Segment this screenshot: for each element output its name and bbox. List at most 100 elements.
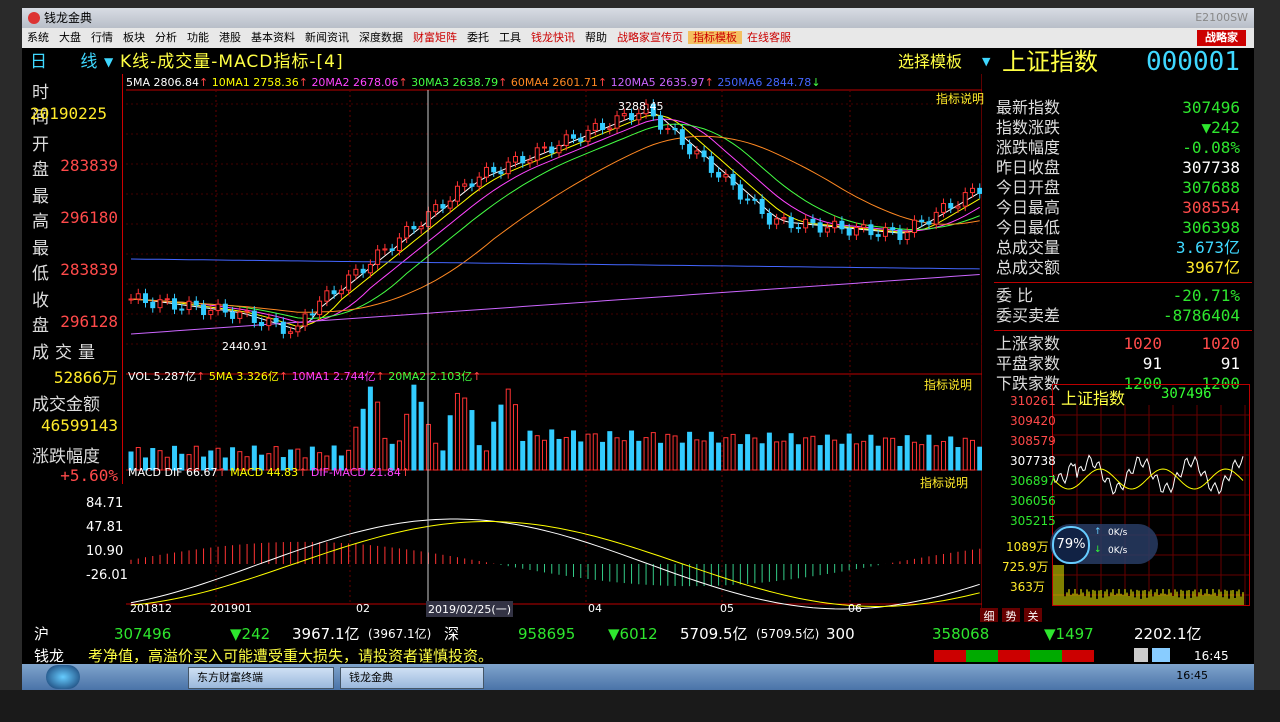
volume-bar (367, 386, 373, 471)
row-label: 平盘家数 (996, 354, 1061, 373)
bid-diff-row: 委买卖差 -8786404 (994, 306, 1252, 326)
volume-bar (469, 410, 475, 471)
candle-body (774, 218, 780, 225)
candle-body (483, 166, 489, 178)
menu-item-deep-data[interactable]: 深度数据 (354, 31, 408, 44)
candle-body (919, 219, 925, 223)
mini-vol-axis-label: 363万 (1010, 580, 1045, 594)
user-icon[interactable] (1134, 648, 1148, 662)
candle-body (861, 224, 867, 228)
volume-bar (360, 408, 366, 471)
menu-item-sector[interactable]: 板块 (118, 31, 150, 44)
row-value: 3.673亿 (1175, 238, 1240, 257)
candle-body (346, 274, 352, 291)
indicator-note-macd[interactable]: 指标说明 (920, 474, 968, 491)
candle-body (868, 224, 874, 236)
tab-trend[interactable]: 势 (1002, 608, 1020, 623)
row-label: 涨跌幅度 (996, 138, 1061, 157)
candle-body (810, 218, 816, 224)
candle-body (911, 219, 917, 234)
menu-item-market[interactable]: 大盘 (54, 31, 86, 44)
candle-body (266, 317, 272, 327)
candle-body (621, 113, 627, 117)
candle-body (977, 187, 982, 194)
start-button[interactable] (46, 665, 80, 689)
candle-body (164, 298, 170, 301)
candle-body (969, 187, 975, 194)
tab-detail[interactable]: 细 (980, 608, 998, 623)
amount-value: 46599143 (40, 416, 118, 435)
menu-item-wealth-matrix[interactable]: 财富矩阵 (408, 31, 462, 44)
candle-body (433, 204, 439, 213)
menu-item-quotes[interactable]: 行情 (86, 31, 118, 44)
row-label: 昨日收盘 (996, 158, 1061, 177)
total-volume-row: 总成交量 3.673亿 (994, 238, 1252, 258)
menu-item-indicator-template[interactable]: 指标模板 (688, 31, 742, 44)
volume-bar (977, 446, 982, 471)
volume-bar (534, 435, 540, 471)
row-value: 1020 (1201, 334, 1240, 353)
indicator-note-kline[interactable]: 指标说明 (936, 90, 984, 107)
menu-item-strategist-page[interactable]: 战略家宣传页 (612, 31, 688, 44)
volume-bar (788, 433, 794, 471)
screen-icon[interactable] (1152, 648, 1170, 662)
window-code: E2100SW (1195, 11, 1248, 24)
sh-index: 307496 (114, 625, 172, 643)
indicator-note-vol[interactable]: 指标说明 (924, 376, 972, 393)
taskbar-item-eastmoney[interactable]: 东方财富终端 (188, 667, 334, 689)
select-template-button[interactable]: 选择模板 (898, 50, 962, 74)
candle-body (498, 171, 504, 175)
template-dropdown-icon[interactable]: ▼ (982, 50, 990, 74)
volume-bar (774, 441, 780, 471)
volume-bar (766, 432, 772, 471)
chart-title: K线-成交量-MACD指标-[4] (120, 52, 344, 72)
candle-body (737, 184, 743, 200)
menu-item-tools[interactable]: 工具 (494, 31, 526, 44)
taskbar-item-qianlong[interactable]: 钱龙金典 (340, 667, 484, 689)
candle-body (302, 313, 308, 327)
news-ticker: 钱龙 考净值，高溢价买入可能遭受重大损失，请投资者谨慎投资。 16:45 (34, 646, 1244, 666)
market-status-bar: 沪 307496 ▼242 3967.1亿 (3967.1亿) 深 958695… (34, 624, 1244, 644)
strategist-button[interactable]: 战略家 (1197, 30, 1246, 46)
volume-bar (781, 440, 787, 471)
row-value: 308554 (1182, 198, 1240, 217)
tab-related[interactable]: 关 (1024, 608, 1042, 623)
volume-bar (730, 433, 736, 471)
period-selector[interactable]: 日 线 (30, 50, 111, 74)
candle-body (832, 220, 838, 229)
volume-bar (418, 401, 424, 471)
menu-item-news[interactable]: 新闻资讯 (300, 31, 354, 44)
ticker-label: 钱龙 (34, 647, 65, 665)
menu-item-flash-news[interactable]: 钱龙快讯 (526, 31, 580, 44)
row-label: 最新指数 (996, 98, 1061, 117)
volume-bar (433, 442, 439, 471)
volume-bar (621, 440, 627, 471)
volume-bar (817, 445, 823, 471)
row-label: 今日最高 (996, 198, 1061, 217)
volume-bar (824, 434, 830, 471)
volume-bar (948, 436, 954, 471)
prev-close-row: 昨日收盘 307738 (994, 158, 1252, 178)
sz-amount: 5709.5亿 (680, 625, 748, 643)
menu-item-fundamentals[interactable]: 基本资料 (246, 31, 300, 44)
ma-legend-20: 20MA2 2678.06 (311, 76, 399, 89)
menu-item-hk[interactable]: 港股 (214, 31, 246, 44)
candle-body (273, 317, 279, 323)
menu-item-functions[interactable]: 功能 (182, 31, 214, 44)
row-value: -0.08% (1182, 138, 1240, 157)
task-label: 东方财富终端 (197, 671, 263, 684)
mini-intraday-chart (1053, 405, 1249, 605)
mini-intraday-panel[interactable]: 上证指数 307496 (1052, 384, 1250, 606)
menu-item-help[interactable]: 帮助 (580, 31, 612, 44)
menu-item-analysis[interactable]: 分析 (150, 31, 182, 44)
candle-body (629, 113, 635, 121)
menu-item-trade[interactable]: 委托 (462, 31, 494, 44)
menu-item-online-service[interactable]: 在线客服 (742, 31, 796, 44)
candle-body (186, 300, 192, 311)
period-dropdown-icon[interactable]: ▼ (104, 50, 113, 74)
macd-legend-diff: DIF-MACD 21.84 (310, 466, 401, 479)
menu-item-system[interactable]: 系统 (22, 31, 54, 44)
left-info-panel: 时 间 20190225 开 盘 283839 最 高 296180 最 低 2… (28, 74, 123, 485)
system-monitor-widget[interactable]: 79% 0K/s 0K/s ↑ ↓ (1050, 524, 1158, 564)
cpu-usage: 79% (1052, 526, 1090, 564)
